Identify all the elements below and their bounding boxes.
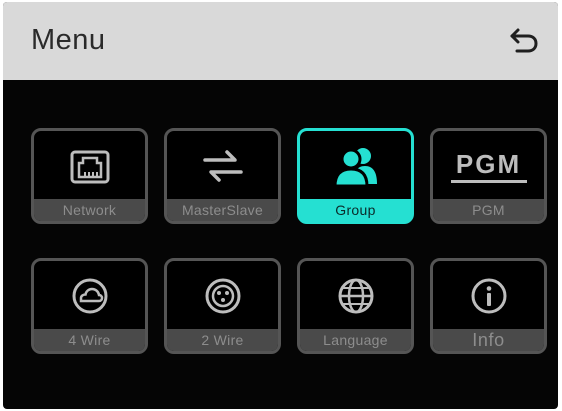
tile-label: Network: [34, 199, 145, 221]
tile-label: 2 Wire: [167, 329, 278, 351]
tile-info[interactable]: Info: [430, 258, 547, 354]
menu-screen: Menu Network MasterSlave Group PGM PGM 4…: [3, 2, 558, 409]
info-icon: [433, 261, 544, 331]
back-button[interactable]: [504, 22, 544, 62]
tile-masterslave[interactable]: MasterSlave: [164, 128, 281, 224]
tile-language[interactable]: Language: [297, 258, 414, 354]
tile-label: Group: [300, 199, 411, 221]
pgm-icon-text: PGM: [455, 148, 522, 179]
tile-label: 4 Wire: [34, 329, 145, 351]
cloud-circle-icon: [34, 261, 145, 331]
ethernet-port-icon: [34, 131, 145, 201]
users-group-icon: [300, 131, 411, 201]
back-arrow-icon: [508, 24, 540, 61]
tile-4-wire[interactable]: 4 Wire: [31, 258, 148, 354]
page-title: Menu: [31, 24, 106, 56]
tile-group[interactable]: Group: [297, 128, 414, 224]
tile-network[interactable]: Network: [31, 128, 148, 224]
header-bar: Menu: [3, 2, 558, 80]
tile-label: PGM: [433, 199, 544, 221]
xlr-connector-icon: [167, 261, 278, 331]
tile-label: MasterSlave: [167, 199, 278, 221]
tile-label: Language: [300, 329, 411, 351]
swap-arrows-icon: [167, 131, 278, 201]
pgm-text-icon: PGM: [433, 131, 544, 201]
tile-pgm[interactable]: PGM PGM: [430, 128, 547, 224]
tile-label: Info: [433, 329, 544, 351]
globe-icon: [300, 261, 411, 331]
tile-2-wire[interactable]: 2 Wire: [164, 258, 281, 354]
pgm-underline: [450, 179, 527, 183]
